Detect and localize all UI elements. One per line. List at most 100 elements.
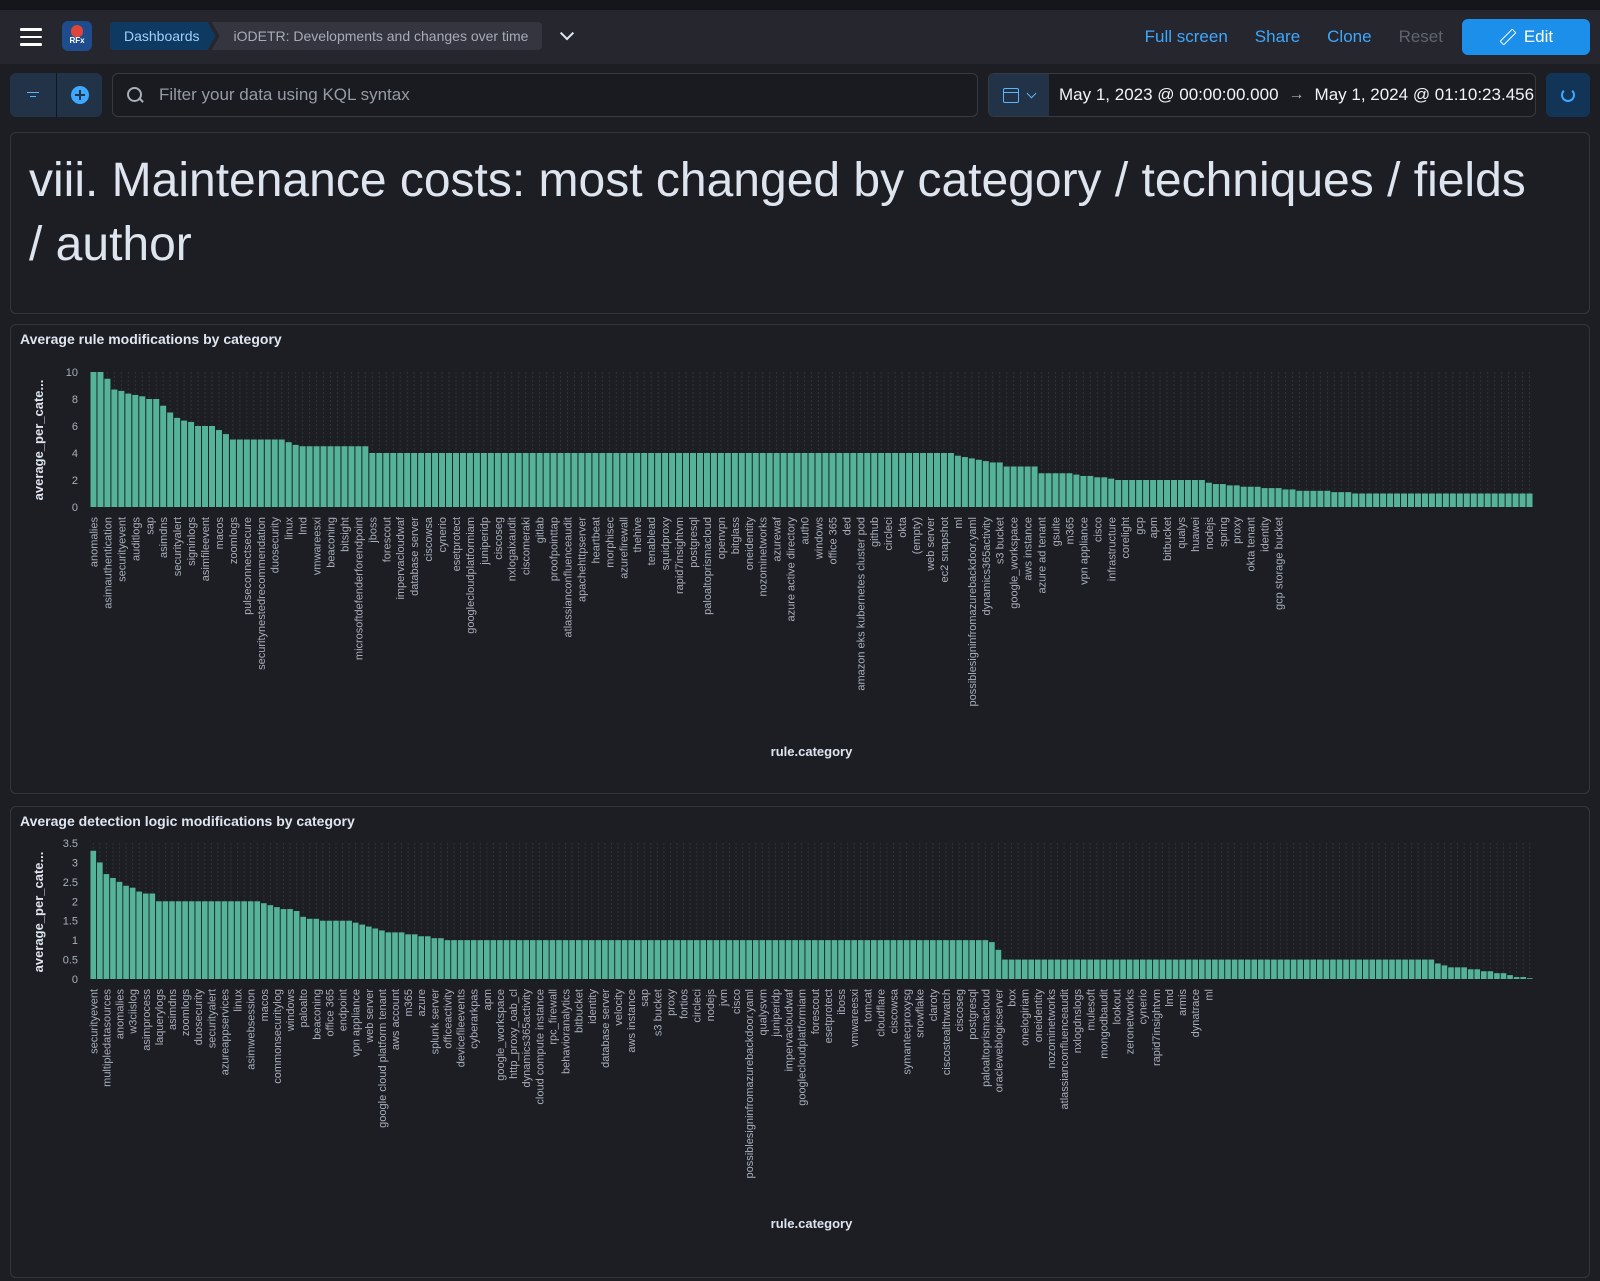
bar[interactable] [1494, 973, 1500, 979]
bar[interactable] [129, 887, 136, 979]
bar[interactable] [1519, 493, 1526, 508]
bar[interactable] [466, 453, 473, 507]
bar[interactable] [201, 901, 208, 979]
bar[interactable] [1198, 480, 1205, 507]
bar[interactable] [1101, 477, 1108, 507]
bar[interactable] [1218, 959, 1225, 979]
bar[interactable] [490, 940, 497, 979]
bar[interactable] [818, 940, 825, 979]
bar[interactable] [1526, 978, 1533, 979]
bar[interactable] [571, 453, 578, 507]
bar[interactable] [431, 938, 438, 979]
bar[interactable] [339, 920, 346, 979]
bar[interactable] [1087, 475, 1094, 507]
bar[interactable] [497, 940, 503, 979]
bar[interactable] [613, 453, 620, 507]
bar[interactable] [333, 920, 339, 979]
bar[interactable] [1003, 466, 1010, 508]
breadcrumb-dashboards[interactable]: Dashboards [110, 22, 216, 50]
bar[interactable] [1428, 959, 1435, 979]
bar[interactable] [1170, 480, 1177, 507]
bar[interactable] [287, 909, 293, 979]
bar[interactable] [831, 940, 838, 979]
bar[interactable] [464, 940, 470, 979]
fullscreen-button[interactable]: Full screen [1145, 27, 1228, 47]
bar[interactable] [1113, 959, 1120, 979]
bar[interactable] [293, 911, 300, 979]
bar[interactable] [1470, 493, 1477, 508]
bar[interactable] [1271, 959, 1277, 979]
bar[interactable] [1435, 493, 1442, 508]
bar[interactable] [606, 453, 613, 507]
bar[interactable] [208, 901, 215, 979]
bar[interactable] [543, 940, 549, 979]
bar[interactable] [1212, 484, 1219, 507]
bar[interactable] [470, 940, 477, 979]
bar[interactable] [1054, 959, 1061, 979]
bar[interactable] [1352, 493, 1359, 508]
bar[interactable] [1034, 959, 1041, 979]
bar[interactable] [557, 453, 564, 507]
bar[interactable] [578, 453, 585, 507]
bar[interactable] [457, 940, 464, 979]
bar[interactable] [222, 434, 229, 507]
reset-button[interactable]: Reset [1399, 27, 1443, 47]
app-logo[interactable]: RFx [62, 21, 92, 51]
bar[interactable] [923, 940, 930, 979]
bar[interactable] [271, 439, 278, 508]
clone-button[interactable]: Clone [1327, 27, 1371, 47]
bar[interactable] [181, 420, 188, 507]
bar[interactable] [473, 453, 480, 507]
bar[interactable] [156, 901, 162, 979]
bar[interactable] [1324, 490, 1331, 507]
bar[interactable] [1448, 967, 1454, 979]
bar[interactable] [1061, 959, 1067, 979]
bar[interactable] [897, 940, 903, 979]
bar[interactable] [1297, 959, 1303, 979]
bar[interactable] [195, 426, 202, 507]
bar[interactable] [720, 940, 726, 979]
bar[interactable] [1045, 473, 1052, 507]
bar[interactable] [136, 891, 143, 979]
bar[interactable] [746, 940, 753, 979]
bar[interactable] [451, 940, 457, 979]
bar[interactable] [424, 936, 431, 979]
bar[interactable] [713, 940, 720, 979]
bar[interactable] [306, 918, 313, 979]
bar[interactable] [899, 453, 906, 507]
bar[interactable] [1247, 486, 1254, 507]
bar[interactable] [693, 940, 700, 979]
bar[interactable] [627, 453, 634, 507]
bar[interactable] [733, 940, 739, 979]
bar[interactable] [892, 453, 899, 507]
bar[interactable] [1041, 959, 1048, 979]
bar[interactable] [1015, 959, 1021, 979]
bar[interactable] [175, 901, 182, 979]
bar[interactable] [1402, 959, 1408, 979]
bar[interactable] [397, 453, 404, 507]
bar[interactable] [1520, 977, 1526, 979]
bar[interactable] [446, 453, 453, 507]
bar[interactable] [510, 940, 516, 979]
bar[interactable] [805, 940, 812, 979]
bar[interactable] [949, 940, 956, 979]
bar[interactable] [243, 439, 250, 508]
bar[interactable] [683, 453, 690, 507]
bar[interactable] [752, 940, 759, 979]
bar[interactable] [1362, 959, 1369, 979]
bar[interactable] [398, 932, 405, 979]
bar[interactable] [836, 453, 843, 507]
bar[interactable] [1366, 493, 1373, 508]
bar[interactable] [801, 453, 808, 507]
bar[interactable] [1290, 959, 1297, 979]
add-filter-button[interactable] [56, 73, 102, 117]
bar[interactable] [215, 901, 221, 979]
bar[interactable] [195, 901, 202, 979]
bar[interactable] [620, 453, 627, 507]
bar[interactable] [669, 453, 676, 507]
bar[interactable] [97, 372, 104, 507]
bar[interactable] [1284, 959, 1290, 979]
bar[interactable] [773, 453, 780, 507]
bar[interactable] [182, 901, 188, 979]
bar[interactable] [1526, 493, 1533, 508]
